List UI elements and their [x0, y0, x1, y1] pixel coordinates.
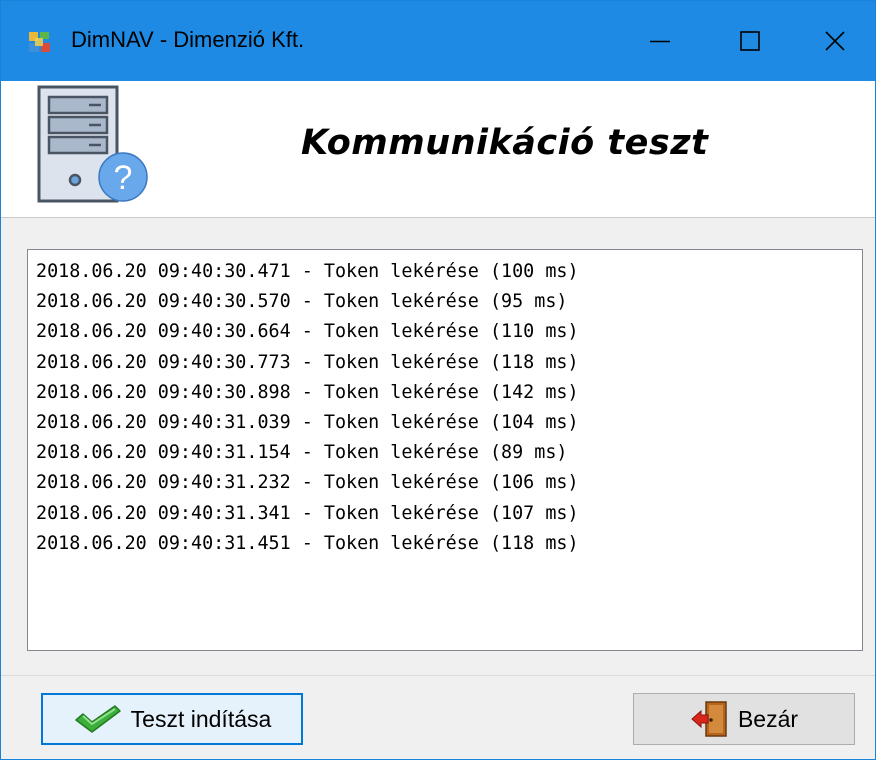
- exit-door-icon: [691, 701, 727, 737]
- header-banner: ? Kommunikáció teszt: [1, 81, 875, 218]
- close-icon: [825, 31, 845, 51]
- start-test-label: Teszt indítása: [130, 705, 272, 732]
- title-bar[interactable]: DimNAV - Dimenzió Kft.: [1, 1, 875, 81]
- maximize-button[interactable]: [705, 1, 795, 81]
- log-line: 2018.06.20 09:40:31.232 - Token lekérése…: [36, 472, 579, 494]
- minimize-icon: [650, 40, 670, 43]
- dimnav-app-icon: [29, 32, 50, 52]
- log-line: 2018.06.20 09:40:30.773 - Token lekérése…: [36, 351, 579, 373]
- log-textbox[interactable]: 2018.06.20 09:40:30.471 - Token lekérése…: [27, 249, 863, 651]
- dialog-window: DimNAV - Dimenzió Kft. ? Kommunikáció te…: [0, 0, 876, 760]
- close-window-button[interactable]: [795, 1, 875, 81]
- server-question-icon: ?: [37, 85, 148, 203]
- log-line: 2018.06.20 09:40:30.898 - Token lekérése…: [36, 381, 579, 403]
- close-button[interactable]: Bezár: [633, 693, 855, 745]
- log-line: 2018.06.20 09:40:30.664 - Token lekérése…: [36, 321, 579, 343]
- checkmark-icon: [74, 705, 121, 733]
- minimize-button[interactable]: [615, 1, 705, 81]
- start-test-button[interactable]: Teszt indítása: [41, 693, 303, 745]
- close-label: Bezár: [737, 705, 799, 732]
- maximize-icon: [740, 31, 760, 51]
- window-title: DimNAV - Dimenzió Kft.: [71, 27, 305, 52]
- footer-divider: [1, 675, 875, 676]
- log-line: 2018.06.20 09:40:31.451 - Token lekérése…: [36, 532, 579, 554]
- log-line: 2018.06.20 09:40:31.341 - Token lekérése…: [36, 502, 579, 524]
- svg-text:?: ?: [114, 159, 133, 197]
- log-line: 2018.06.20 09:40:30.570 - Token lekérése…: [36, 291, 568, 313]
- log-line: 2018.06.20 09:40:31.154 - Token lekérése…: [36, 442, 568, 464]
- log-line: 2018.06.20 09:40:30.471 - Token lekérése…: [36, 261, 579, 282]
- log-line: 2018.06.20 09:40:31.039 - Token lekérése…: [36, 412, 579, 434]
- page-title: Kommunikáció teszt: [301, 123, 709, 163]
